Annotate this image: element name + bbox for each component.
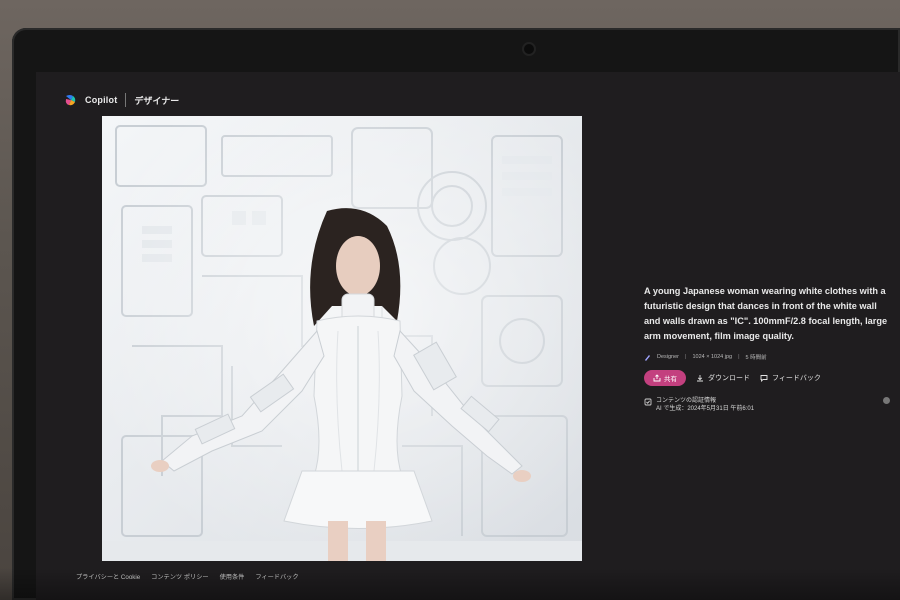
download-label: ダウンロード [708,375,750,382]
webcam [524,44,534,54]
credentials-title: コンテンツの認証情報 [656,398,717,404]
header-divider [125,93,127,107]
copilot-logo-icon[interactable] [64,94,77,107]
footer-link-terms[interactable]: 使用条件 [220,572,245,581]
meta-separator: | [738,354,740,360]
laptop-screen: Copilot デザイナー A young Japanese woman wea… [36,72,900,600]
download-icon [697,375,703,382]
prompt-text: A young Japanese woman wearing white clo… [644,286,888,341]
brand-name[interactable]: Copilot [85,95,117,105]
designer-icon [645,354,650,361]
footer-link-privacy[interactable]: プライバシーと Cookie [76,572,140,581]
image-metadata: Designer | 1024 × 1024 jpg | 5 時間前 [644,353,894,361]
meta-age: 5 時間前 [745,355,767,361]
footer-link-content-policy[interactable]: コンテンツ ポリシー [151,572,208,581]
image-details-panel: A young Japanese woman wearing white clo… [644,284,894,413]
download-button[interactable]: ダウンロード [696,373,750,383]
meta-dimensions: 1024 × 1024 jpg [692,354,733,360]
meta-source: Designer [657,354,680,360]
share-icon [653,374,661,382]
image-actions: 共有 ダウンロード フィードバック [644,370,894,386]
share-button[interactable]: 共有 [644,370,686,386]
footer-links: プライバシーと Cookie コンテンツ ポリシー 使用条件 フィードバック [76,572,299,581]
credentials-generated: AI で生成：2024年5月31日 午前6:01 [656,406,755,412]
generated-image[interactable] [102,116,582,561]
feedback-button[interactable]: フィードバック [760,373,821,383]
footer-link-feedback[interactable]: フィードバック [255,572,298,581]
page-title: デザイナー [134,95,180,106]
feedback-label: フィードバック [772,375,821,382]
share-label: 共有 [664,376,677,383]
credentials-icon [644,398,652,406]
app-header: Copilot デザイナー [64,90,179,110]
content-credentials[interactable]: コンテンツの認証情報 AI で生成：2024年5月31日 午前6:01 [644,397,894,413]
feedback-icon [760,375,768,382]
info-icon[interactable] [883,397,890,404]
meta-separator: | [685,354,687,360]
